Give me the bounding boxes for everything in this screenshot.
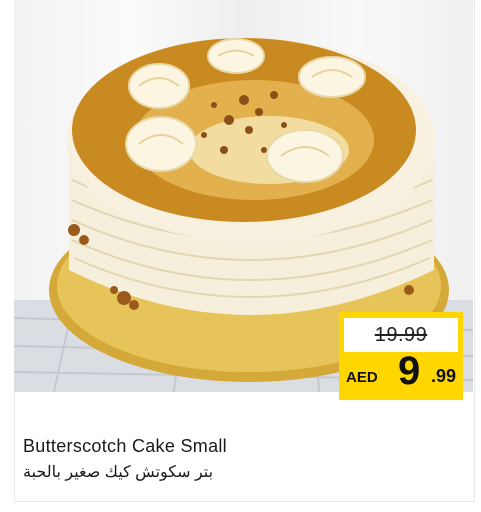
product-title-en: Butterscotch Cake Small xyxy=(23,436,227,456)
price-decimal: .99 xyxy=(431,366,457,386)
product-title-ar: بتر سكوتش كيك صغير بالحبة xyxy=(23,464,214,481)
currency-label: AED xyxy=(346,369,378,386)
old-price: 19.99 xyxy=(374,323,428,346)
old-price-box: 19.99 xyxy=(344,318,458,352)
price-integer: 9 xyxy=(398,349,421,393)
